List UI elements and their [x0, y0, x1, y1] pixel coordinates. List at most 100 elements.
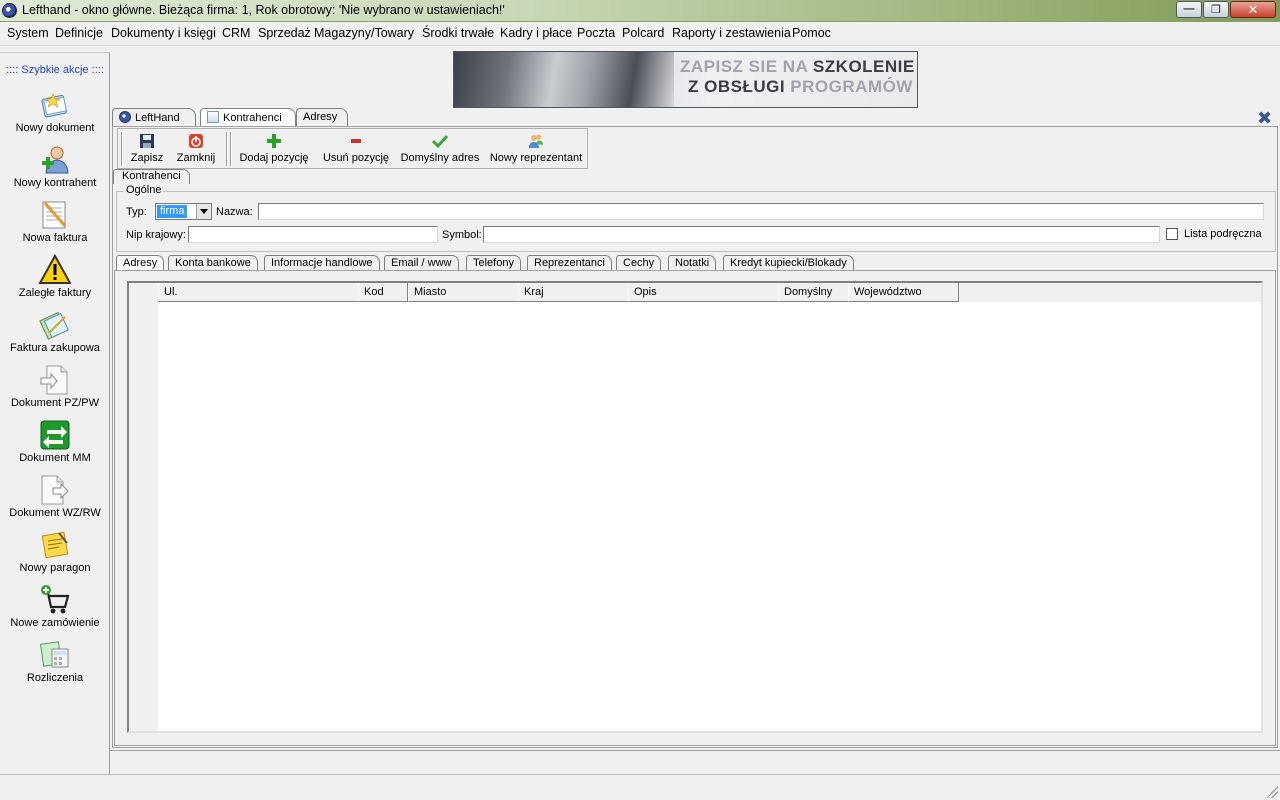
type-select-value: firma	[157, 205, 188, 218]
resize-grip-icon[interactable]	[1266, 786, 1278, 798]
sidebar-item-new-contractor[interactable]: Nowy kontrahent	[0, 144, 110, 199]
grid-body[interactable]	[158, 302, 1261, 731]
tab-informacje-handlowe[interactable]: Informacje handlowe	[264, 255, 380, 271]
chevron-down-icon[interactable]	[196, 204, 211, 219]
plus-icon	[267, 134, 281, 148]
menu-kadry[interactable]: Kadry i płace	[500, 26, 572, 40]
sidebar-item-label: Dokument WZ/RW	[9, 507, 101, 519]
nip-input[interactable]	[188, 226, 438, 243]
column-header-wojewodztwo[interactable]: Województwo	[848, 283, 959, 302]
sidebar-item-label: Nowa faktura	[22, 232, 88, 244]
sidebar-item-label: Nowy kontrahent	[13, 177, 97, 189]
tab-cechy[interactable]: Cechy	[616, 255, 662, 271]
minimize-icon: —	[1183, 3, 1195, 15]
sidebar-item-label: Zaległe faktury	[18, 287, 92, 299]
menu-dokumenty[interactable]: Dokumenty i księgi	[111, 26, 216, 40]
close-button[interactable]: Zamknij	[174, 131, 218, 167]
document-icon	[207, 111, 219, 123]
close-tab-icon[interactable]: ✖	[1257, 109, 1275, 127]
sidebar-item-new-receipt[interactable]: Nowy paragon	[0, 529, 110, 584]
general-legend: Ogólne	[124, 184, 164, 196]
column-header-kod[interactable]: Kod	[358, 283, 408, 302]
app-icon[interactable]	[2, 3, 17, 18]
tab-email-www[interactable]: Email / www	[384, 255, 459, 271]
tab-notatki[interactable]: Notatki	[668, 255, 717, 271]
toolbar-separator	[226, 132, 228, 166]
save-button[interactable]: Zapisz	[126, 131, 168, 167]
tab-konta-bankowe[interactable]: Konta bankowe	[168, 255, 258, 271]
sidebar-item-label: Nowe zamówienie	[10, 617, 100, 629]
tab-kontrahenci-section[interactable]: Kontrahenci	[113, 169, 190, 184]
remove-item-button[interactable]: Usuń pozycję	[318, 131, 394, 167]
settlements-icon	[39, 641, 69, 668]
sidebar-item-new-order[interactable]: Nowe zamówienie	[0, 584, 110, 639]
title-bar: Lefthand - okno główne. Bieżąca firma: 1…	[0, 0, 1280, 22]
column-header-ul[interactable]: Ul.	[158, 283, 359, 302]
warning-icon	[39, 254, 71, 284]
menu-pomoc[interactable]: Pomoc	[792, 26, 831, 40]
document-out-icon	[41, 475, 69, 505]
maximize-button[interactable]: ❐	[1203, 1, 1229, 18]
menu-poczta[interactable]: Poczta	[577, 26, 615, 40]
menu-sprzedaz[interactable]: Sprzedaż	[258, 26, 311, 40]
checkmark-icon	[432, 134, 448, 149]
toolbar-separator	[230, 132, 232, 166]
minimize-button[interactable]: —	[1176, 1, 1202, 18]
menu-system[interactable]: System	[7, 26, 49, 40]
tab-telefony[interactable]: Telefony	[466, 255, 521, 271]
menu-srodki-trwale[interactable]: Środki trwałe	[422, 26, 494, 40]
taskbar-strip	[0, 774, 1280, 800]
tab-kontrahenci[interactable]: Kontrahenci	[200, 108, 296, 127]
status-bar	[110, 750, 1280, 774]
sidebar-item-document-wz-rw[interactable]: Dokument WZ/RW	[0, 474, 110, 529]
column-header-domyslny[interactable]: Domyślny	[778, 283, 849, 302]
default-address-button[interactable]: Domyślny adres	[400, 131, 480, 167]
type-label: Typ:	[126, 206, 147, 218]
restore-icon: ❐	[1211, 4, 1221, 16]
menu-crm[interactable]: CRM	[222, 26, 250, 40]
sidebar-item-purchase-invoice[interactable]: Faktura zakupowa	[0, 309, 110, 364]
sidebar-item-label: Nowy paragon	[19, 562, 91, 574]
column-header-opis[interactable]: Opis	[628, 283, 779, 302]
banner-line-1: ZAPISZ SIE NA SZKOLENIE	[680, 57, 915, 76]
type-select[interactable]: firma	[155, 203, 212, 220]
tab-adresy[interactable]: Adresy	[296, 108, 348, 126]
quick-list-checkbox[interactable]	[1166, 228, 1178, 240]
quick-list-label: Lista podręczna	[1184, 228, 1262, 240]
purchase-invoice-icon	[39, 311, 69, 340]
floppy-disk-icon	[140, 134, 154, 148]
sidebar-item-label: Dokument PZ/PW	[10, 397, 100, 409]
new-representative-button[interactable]: Nowy reprezentant	[488, 131, 584, 167]
add-item-button[interactable]: Dodaj pozycję	[236, 131, 312, 167]
training-banner[interactable]: ZAPISZ SIE NA SZKOLENIE Z OBSŁUGI PROGRA…	[453, 51, 918, 108]
menu-definicje[interactable]: Definicje	[55, 26, 103, 40]
new-contractor-icon	[42, 146, 69, 174]
tab-kredyt-kupiecki[interactable]: Kredyt kupiecki/Blokady	[723, 255, 854, 271]
sidebar-item-document-pz-pw[interactable]: Dokument PZ/PW	[0, 364, 110, 419]
sidebar-item-new-document[interactable]: Nowy dokument	[0, 89, 110, 144]
close-icon: ✕	[1247, 2, 1259, 17]
sidebar-item-new-invoice[interactable]: Nowa faktura	[0, 199, 110, 254]
column-header-kraj[interactable]: Kraj	[518, 283, 629, 302]
sidebar-item-settlements[interactable]: Rozliczenia	[0, 639, 110, 694]
menu-polcard[interactable]: Polcard	[622, 26, 664, 40]
close-window-button[interactable]: ✕	[1230, 1, 1276, 18]
name-input[interactable]	[258, 203, 1264, 220]
menu-raporty[interactable]: Raporty i zestawienia	[672, 26, 791, 40]
menu-bar: System Definicje Dokumenty i księgi CRM …	[0, 22, 1280, 46]
tab-reprezentanci[interactable]: Reprezentanci	[527, 255, 612, 271]
tab-adresy-detail[interactable]: Adresy	[116, 255, 165, 271]
users-icon	[529, 134, 543, 148]
sidebar-item-document-mm[interactable]: Dokument MM	[0, 419, 110, 474]
tab-lefthand[interactable]: LeftHand	[112, 108, 196, 126]
sidebar-item-label: Dokument MM	[19, 452, 91, 464]
sidebar-title: :::: Szybkie akcje ::::	[6, 64, 104, 76]
document-tabs: LeftHand Kontrahenci Adresy	[112, 108, 1280, 127]
menu-magazyny[interactable]: Magazyny/Towary	[314, 26, 414, 40]
column-header-miasto[interactable]: Miasto	[408, 283, 519, 302]
sidebar-item-overdue-invoices[interactable]: Zaległe faktury	[0, 254, 110, 309]
power-icon	[189, 134, 203, 148]
symbol-input[interactable]	[483, 226, 1160, 243]
sidebar-item-label: Faktura zakupowa	[10, 342, 100, 354]
sidebar-item-label: Rozliczenia	[26, 672, 84, 684]
